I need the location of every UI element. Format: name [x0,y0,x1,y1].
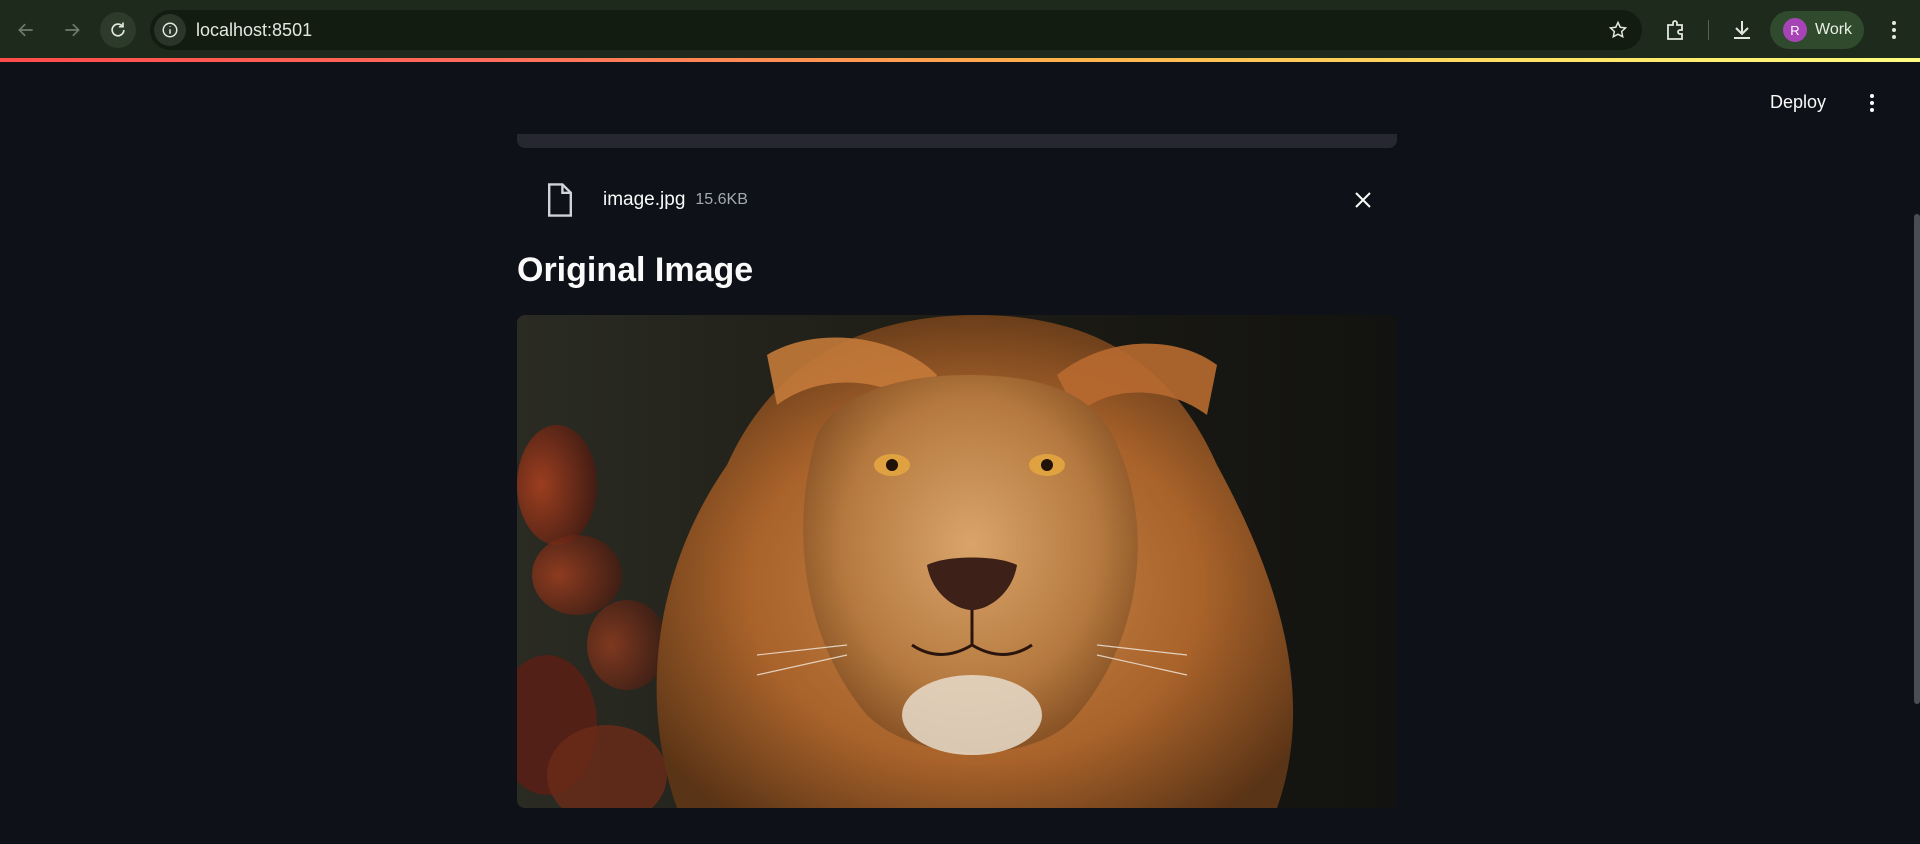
profile-button[interactable]: R Work [1770,11,1864,49]
address-bar[interactable]: localhost:8501 [150,10,1642,50]
download-icon [1734,21,1750,39]
reload-icon [111,22,125,37]
extensions-button[interactable] [1662,16,1690,44]
file-name: image.jpg [603,189,686,210]
page-scrollbar[interactable] [1914,214,1920,704]
browser-menu-button[interactable] [1880,16,1908,44]
arrow-right-icon [65,23,80,37]
more-vert-icon [1870,94,1874,98]
forward-button[interactable] [54,12,90,48]
avatar: R [1783,18,1807,42]
puzzle-icon [1667,20,1683,40]
more-vert-icon [1892,21,1896,25]
info-icon [162,22,178,38]
downloads-button[interactable] [1728,16,1756,44]
file-uploader-dropzone[interactable] [517,134,1397,148]
app-menu-button[interactable] [1862,88,1882,118]
browser-toolbar: localhost:8501 R Work [0,0,1920,60]
bookmark-star-icon[interactable] [1608,20,1628,40]
close-icon [1355,192,1371,208]
arrow-left-icon [18,23,33,37]
url-text[interactable]: localhost:8501 [196,20,312,41]
profile-label: Work [1815,21,1853,38]
deploy-button[interactable]: Deploy [1770,92,1826,113]
original-image [517,315,1397,808]
file-size: 15.6KB [695,191,748,208]
lion-image [517,315,1397,808]
site-info-button[interactable] [154,14,186,46]
app-main: Deploy image.jpg 15.6KB Original Image [0,62,1920,844]
back-button[interactable] [8,12,44,48]
file-icon [548,183,572,217]
section-title: Original Image [517,251,754,289]
toolbar-divider [1708,20,1709,40]
uploaded-file-item: image.jpg 15.6KB [517,168,1397,232]
remove-file-button[interactable] [1349,186,1377,214]
reload-button[interactable] [100,12,136,48]
